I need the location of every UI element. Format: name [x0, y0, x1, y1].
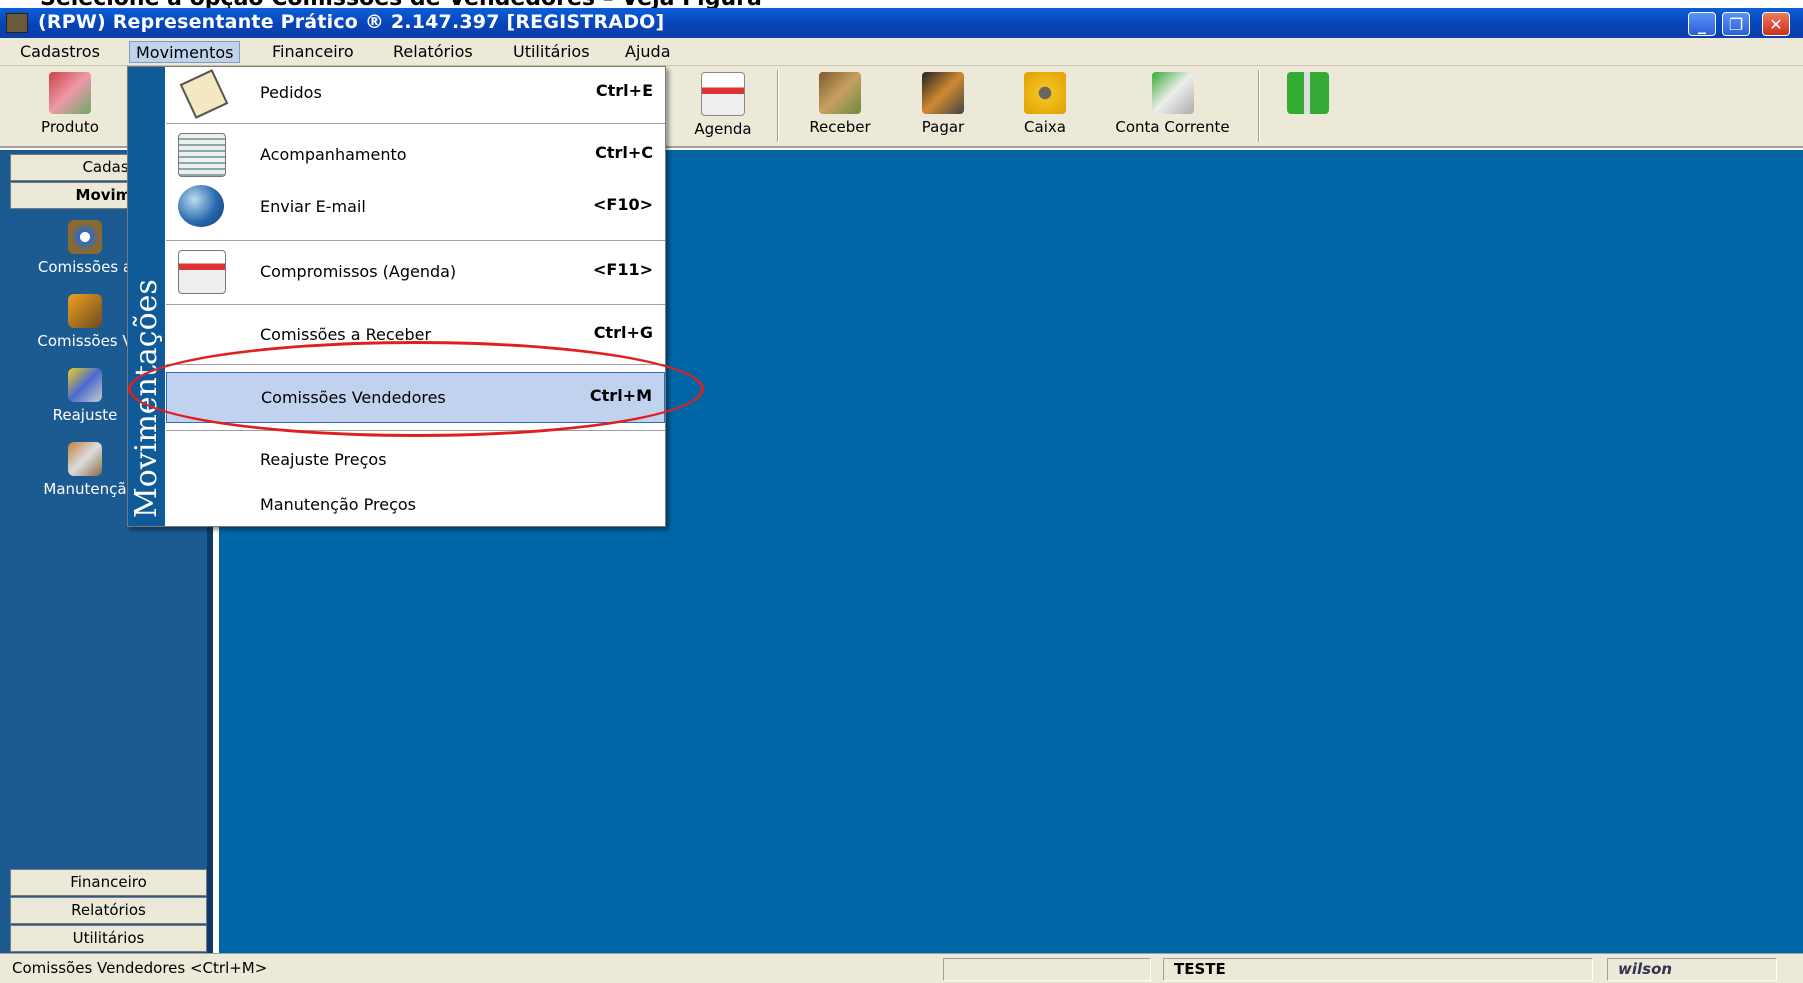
dropdown-sidebar-title: Movimentações [129, 279, 164, 518]
menu-item-manutencao-precos[interactable]: Manutenção Preços [166, 484, 665, 524]
menu-item-compromissos[interactable]: Compromissos (Agenda) <F11> [166, 250, 665, 294]
close-icon[interactable]: ✕ [1762, 12, 1790, 36]
menu-item-shortcut: <F10> [592, 195, 653, 214]
menu-item-shortcut: <F11> [592, 260, 653, 279]
maintenance-icon [68, 442, 102, 476]
globe-icon [178, 185, 224, 227]
menu-utilitarios[interactable]: Utilitários [507, 41, 596, 63]
minimize-icon[interactable]: _ [1688, 12, 1716, 36]
menu-item-enviar-email[interactable]: Enviar E-mail <F10> [166, 185, 665, 229]
toolbar-label: Produto [41, 118, 99, 136]
panel-financeiro-button[interactable]: Financeiro [10, 869, 207, 896]
highlight-annotation [128, 341, 704, 437]
toolbar-label: Conta Corrente [1115, 118, 1230, 136]
toolbar-receber-button[interactable]: Receber [795, 72, 885, 144]
restore-icon[interactable]: ❐ [1722, 12, 1750, 36]
panel-relatorios-button[interactable]: Relatórios [10, 897, 207, 924]
menu-item-shortcut: Ctrl+G [593, 323, 653, 342]
menu-item-shortcut: Ctrl+E [595, 81, 653, 100]
title-bar: (RPW) Representante Prático ® 2.147.397 … [0, 8, 1803, 38]
menu-ajuda[interactable]: Ajuda [619, 41, 677, 63]
menu-item-label: Manutenção Preços [260, 495, 416, 514]
toolbar-pagar-button[interactable]: Pagar [898, 72, 988, 144]
panel-utilitarios-button[interactable]: Utilitários [10, 925, 207, 952]
toolbar-label: Caixa [1024, 118, 1066, 136]
menu-cadastros[interactable]: Cadastros [14, 41, 106, 63]
toolbar-label: Agenda [694, 120, 752, 138]
menu-item-label: Acompanhamento [260, 145, 407, 164]
menu-item-acompanhamento[interactable]: Acompanhamento Ctrl+C [166, 133, 665, 177]
movimentos-dropdown-menu: Movimentações Pedidos Ctrl+E Acompanhame… [127, 66, 666, 527]
menu-item-label: Reajuste Preços [260, 450, 387, 469]
menu-item-shortcut: Ctrl+C [595, 143, 653, 162]
toolbar-conta-corrente-button[interactable]: Conta Corrente [1100, 72, 1245, 144]
price-adjust-icon [68, 368, 102, 402]
product-icon [49, 72, 91, 114]
menu-item-pedidos[interactable]: Pedidos Ctrl+E [166, 69, 665, 119]
safe-icon [1024, 72, 1066, 114]
toolbar-label: Receber [809, 118, 871, 136]
menu-item-label: Pedidos [260, 83, 322, 102]
calendar-icon [701, 72, 745, 116]
menu-separator [166, 123, 665, 124]
menu-separator [166, 240, 665, 241]
clipboard-icon [178, 69, 229, 119]
status-bar: Comissões Vendedores <Ctrl+M> TESTE wils… [0, 953, 1803, 983]
menu-item-label: Enviar E-mail [260, 197, 366, 216]
money-in-icon [819, 72, 861, 114]
menu-item-label: Compromissos (Agenda) [260, 262, 457, 281]
calendar-icon [178, 250, 226, 294]
money-out-icon [922, 72, 964, 114]
app-icon [6, 13, 28, 33]
money-bag-icon [68, 220, 102, 254]
menu-financeiro[interactable]: Financeiro [266, 41, 360, 63]
menu-movimentos[interactable]: Movimentos [129, 41, 241, 63]
toolbar-separator [1258, 70, 1260, 142]
status-company: TESTE [1163, 958, 1593, 981]
toolbar-caixa-button[interactable]: Caixa [1000, 72, 1090, 144]
bank-account-icon [1151, 72, 1194, 114]
dropdown-sidebar: Movimentações [128, 67, 165, 526]
menu-separator [166, 304, 665, 305]
toolbar-label: Pagar [921, 118, 965, 136]
status-message: Comissões Vendedores <Ctrl+M> [12, 959, 268, 977]
menu-bar: Cadastros Movimentos Financeiro Relatóri… [0, 38, 1803, 66]
salesman-icon [68, 294, 102, 328]
exit-door-icon [1287, 72, 1329, 114]
document-icon [178, 133, 226, 177]
toolbar-produto-button[interactable]: Produto [30, 72, 110, 144]
toolbar-separator [777, 70, 779, 142]
status-user: wilson [1607, 958, 1777, 981]
menu-item-reajuste-precos[interactable]: Reajuste Preços [166, 439, 665, 479]
toolbar-agenda-button[interactable]: Agenda [683, 72, 763, 144]
menu-relatorios[interactable]: Relatórios [387, 41, 479, 63]
window-title: (RPW) Representante Prático ® 2.147.397 … [38, 11, 665, 33]
toolbar-exit-button[interactable] [1278, 72, 1338, 144]
status-panel-empty [943, 958, 1151, 981]
